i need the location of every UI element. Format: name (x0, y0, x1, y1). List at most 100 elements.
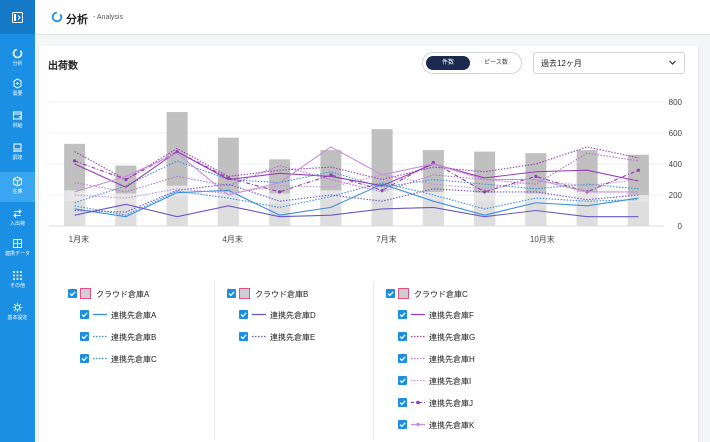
sidebar-item-label: 供給 (12, 123, 23, 129)
legend-series-label: 連携先倉庫D (270, 311, 316, 320)
sidebar-toggle-button[interactable] (0, 0, 35, 34)
series-line (74, 160, 639, 204)
legend-group-checkbox[interactable] (386, 289, 395, 298)
legend-series-label: 連携先倉庫C (111, 355, 157, 364)
legend-group-label: クラウド倉庫B (255, 290, 309, 299)
y-tick-label: 0 (678, 222, 683, 231)
bar (166, 196, 188, 226)
legend-series-label: 連携先倉庫I (429, 377, 472, 386)
sidebar-item-shipping[interactable]: 入出荷 (0, 208, 35, 236)
sidebar-item-analysis[interactable]: 分析 (0, 48, 35, 76)
sidebar-item-supply[interactable]: 供給 (0, 110, 35, 138)
legend-group-label: クラウド倉庫C (414, 290, 468, 299)
sidebar-item-others[interactable]: その他 (0, 270, 35, 298)
series-point (226, 176, 230, 180)
series-point (483, 190, 487, 194)
analysis-ring-icon (12, 48, 23, 59)
sidebar-item-inventory[interactable]: 在庫 (0, 172, 35, 202)
series-point (329, 173, 333, 177)
sidebar-item-procurement[interactable]: 調達 (0, 142, 35, 170)
legend-series-checkbox[interactable] (398, 420, 407, 429)
sidebar-collapse-icon (12, 11, 23, 23)
legend-line-swatch (93, 313, 107, 316)
legend-series-label: 連携先倉庫B (111, 333, 157, 342)
page-subtitle: - Analysis (93, 14, 123, 21)
legend-series-checkbox[interactable] (80, 354, 89, 363)
legend-series-label: 連携先倉庫F (429, 311, 474, 320)
legend-series-checkbox[interactable] (398, 376, 407, 385)
legend-group-label: クラウド倉庫A (96, 290, 150, 299)
legend-series-label: 連携先倉庫G (429, 333, 476, 342)
series-line (74, 146, 639, 181)
legend-line-swatch (411, 422, 425, 427)
legend-line-swatch (411, 357, 425, 360)
legend-bar-swatch (398, 288, 409, 299)
legend-series-checkbox[interactable] (398, 354, 407, 363)
legend-line-swatch (252, 313, 266, 316)
sidebar-item-demand[interactable]: 需要 (0, 78, 35, 106)
x-tick-label: 10月末 (530, 234, 555, 244)
legend-line-swatch (411, 379, 425, 382)
shipment-card: 出荷数 件数 ピース数 過去12ヶ月 0 200 400 600 800 1月末 4月末 7月… (38, 46, 699, 442)
legend-series-checkbox[interactable] (398, 310, 407, 319)
legend-series-checkbox[interactable] (80, 310, 89, 319)
integration-grid-icon (13, 239, 22, 248)
legend-line-swatch (93, 335, 107, 338)
legend-series-checkbox[interactable] (398, 398, 407, 407)
legend-series-checkbox[interactable] (398, 332, 407, 341)
series-point (278, 190, 282, 194)
gear-icon (12, 302, 23, 313)
series-point (636, 168, 640, 172)
inventory-cube-icon (13, 176, 22, 187)
sidebar-item-settings[interactable]: 基本設定 (0, 302, 35, 330)
legend-group-checkbox[interactable] (68, 289, 77, 298)
legend-bar-swatch (239, 288, 250, 299)
series-point (534, 174, 538, 178)
sidebar-item-label: その他 (9, 283, 25, 289)
legend-line-swatch (252, 335, 266, 338)
bar (525, 201, 547, 226)
legend-series-checkbox[interactable] (239, 310, 248, 319)
legend-series-label: 連携先倉庫H (429, 355, 475, 364)
shipment-chart: 0 200 400 600 800 1月末 4月末 7月末 10月末 (49, 98, 683, 244)
sidebar-item-label: 調達 (12, 155, 23, 161)
bar (422, 200, 444, 226)
sidebar-item-integration[interactable]: 連携データ (0, 238, 35, 266)
supply-icon (13, 111, 22, 120)
sidebar-item-label: 分析 (12, 61, 23, 67)
legend-group-checkbox[interactable] (227, 289, 236, 298)
legend-series-checkbox[interactable] (80, 332, 89, 341)
sidebar-item-label: 需要 (12, 91, 23, 97)
sidebar: 分析 需要 供給 調達 在庫 入出荷 連携データ その他 基本設定 (0, 0, 35, 442)
legend-series-checkbox[interactable] (239, 332, 248, 341)
x-tick-label: 7月末 (376, 234, 396, 244)
analysis-ring-icon (51, 11, 63, 23)
legend-line-swatch (93, 357, 107, 360)
page-header: 分析 - Analysis (35, 0, 710, 35)
series-line (74, 203, 639, 218)
sidebar-item-label: 基本設定 (7, 315, 28, 321)
series-point (124, 177, 128, 182)
sidebar-item-label: 連携データ (4, 251, 30, 257)
y-tick-label: 600 (669, 129, 683, 138)
bar (217, 201, 239, 226)
series-point (73, 159, 77, 163)
series-point (380, 188, 384, 192)
legend-series-label: 連携先倉庫A (111, 311, 157, 320)
page-title: 分析 (66, 14, 88, 26)
procurement-laptop-icon (13, 143, 22, 152)
legend-series-label: 連携先倉庫E (270, 333, 316, 342)
legend-series-label: 連携先倉庫K (429, 421, 475, 430)
x-tick-label: 4月末 (222, 234, 242, 244)
y-tick-label: 800 (669, 98, 683, 107)
transfer-arrows-icon (13, 209, 22, 218)
series-line (74, 183, 639, 213)
bar (627, 201, 649, 226)
y-tick-label: 400 (669, 160, 683, 169)
sidebar-item-label: 入出荷 (9, 221, 25, 227)
legend-series-label: 連携先倉庫J (429, 399, 473, 408)
sidebar-item-label: 在庫 (12, 189, 23, 195)
legend-divider (373, 282, 374, 440)
dots-grid-icon (13, 271, 22, 280)
x-tick-label: 1月末 (69, 234, 89, 244)
